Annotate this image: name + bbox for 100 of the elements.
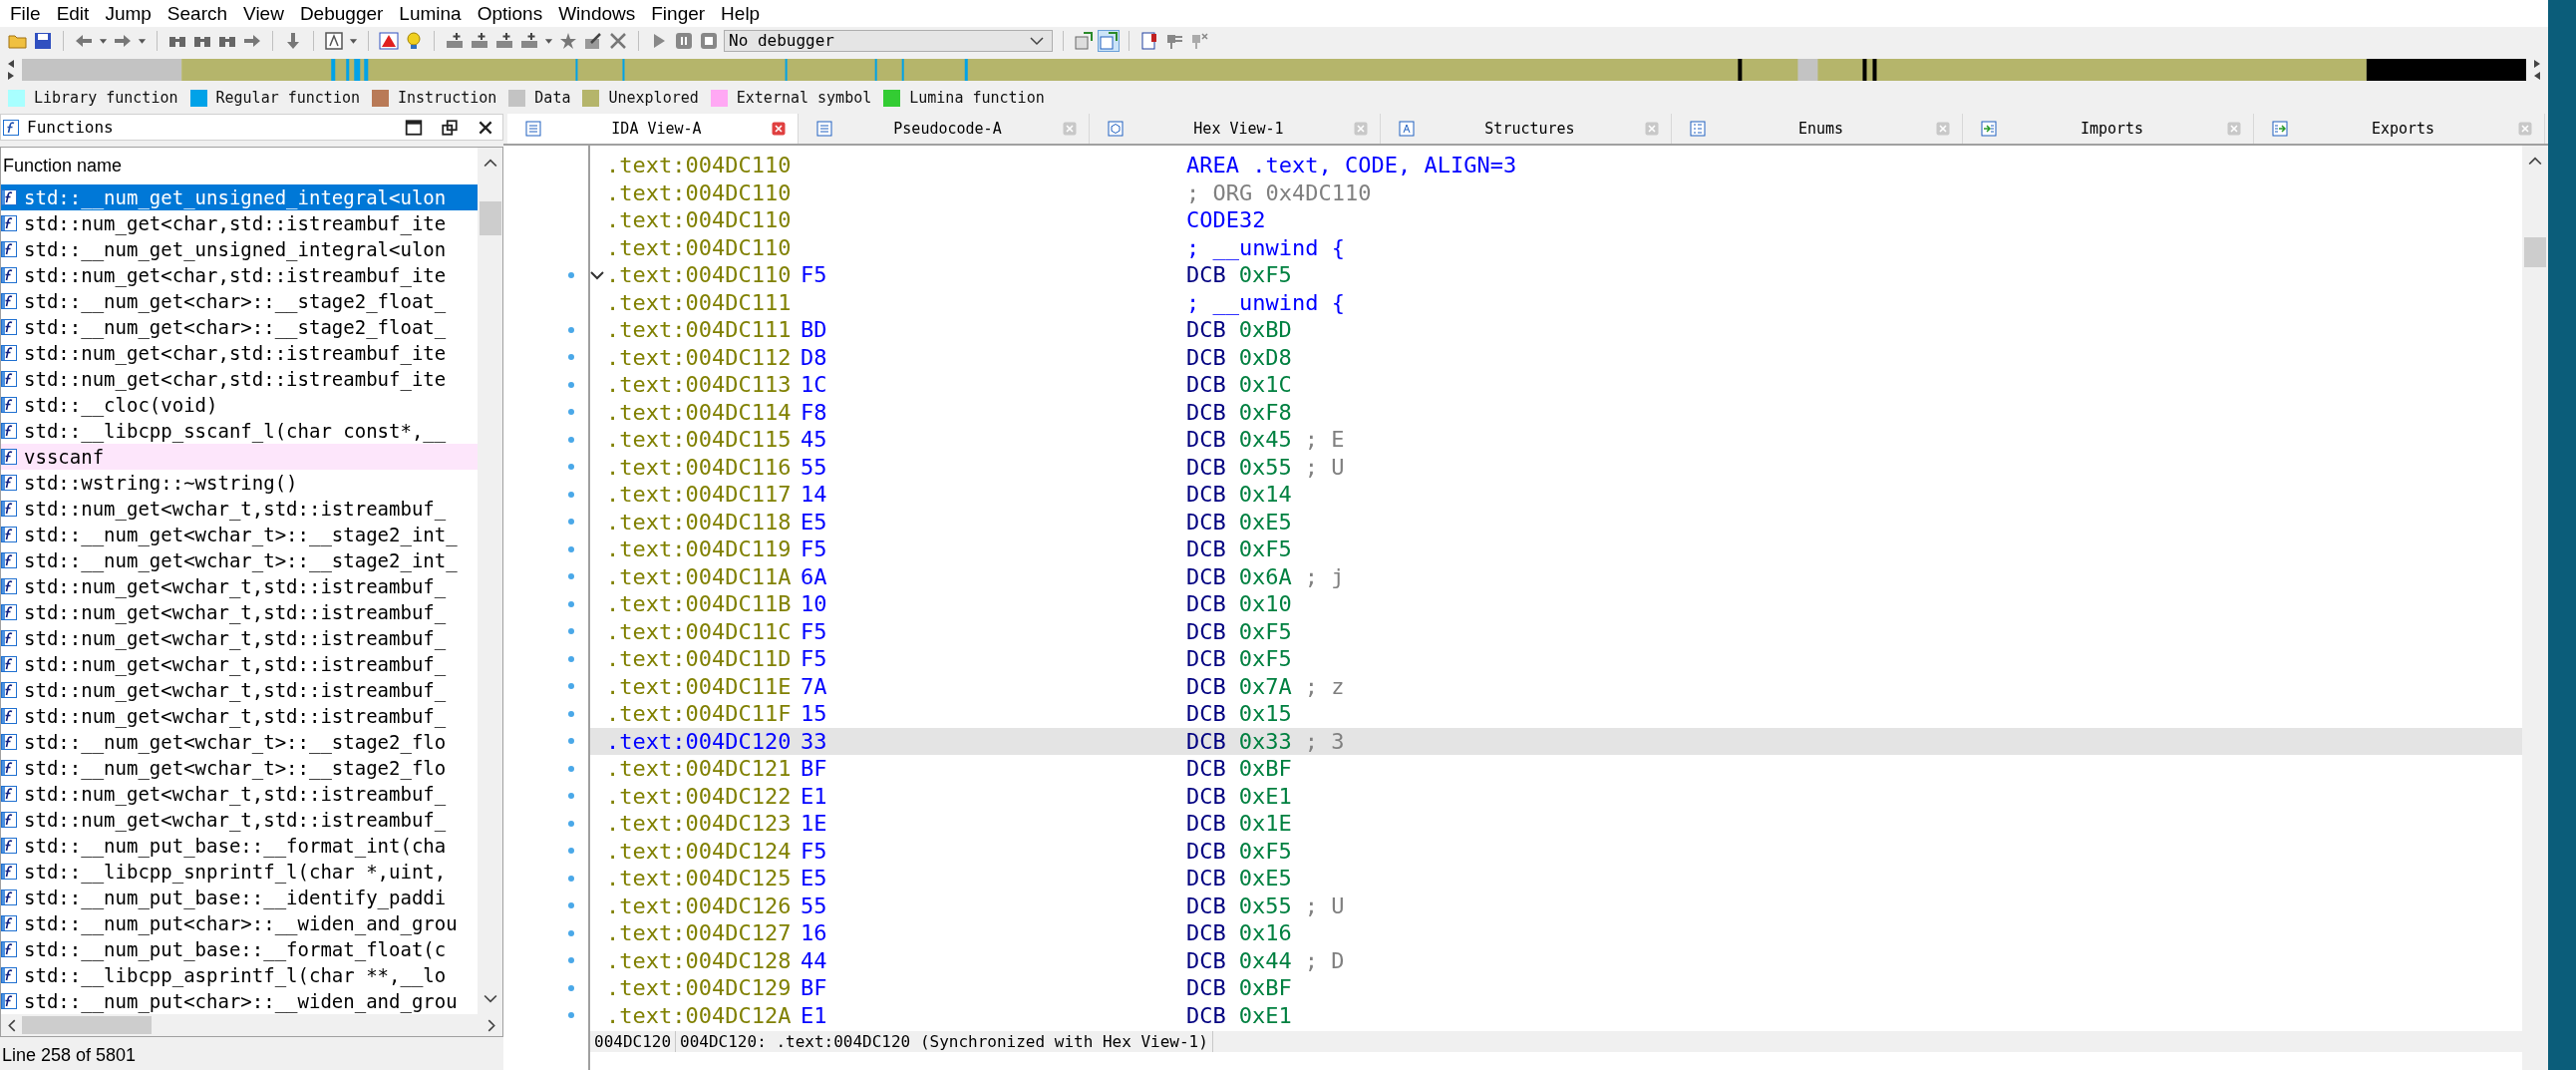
scroll-thumb[interactable] — [479, 201, 501, 236]
scroll-left-icon[interactable] — [7, 1018, 16, 1032]
restore-icon[interactable] — [441, 118, 459, 137]
scroll-arrows-icon[interactable] — [6, 58, 16, 82]
breakpoint-dot[interactable] — [568, 354, 574, 361]
menu-item[interactable]: Debugger — [291, 2, 392, 25]
function-row[interactable]: std::__num_get<wchar_t>::__stage2_flo — [1, 729, 478, 756]
breakpoint-dot[interactable] — [568, 271, 574, 278]
breakpoint-dot[interactable] — [568, 765, 574, 772]
framed-square-icon[interactable] — [324, 30, 344, 51]
collapse-chevron-icon[interactable] — [590, 269, 604, 280]
menu-item[interactable]: Help — [713, 2, 769, 25]
function-row[interactable]: std::num_get<wchar_t,std::istreambuf_ — [1, 599, 478, 626]
function-row[interactable]: std::__libcpp_snprintf_l(char *,uint, — [1, 859, 478, 886]
breakpoint-dot[interactable] — [568, 464, 574, 471]
plus-icon[interactable] — [494, 30, 514, 51]
pause-icon[interactable] — [674, 30, 694, 51]
breakpoint-dot[interactable] — [568, 875, 574, 882]
breakpoint-dot[interactable] — [568, 683, 574, 690]
menu-item[interactable]: File — [2, 2, 49, 25]
function-row[interactable]: std::num_get<wchar_t,std::istreambuf_ — [1, 703, 478, 730]
function-row[interactable]: std::__libcpp_asprintf_l(char **,__lo — [1, 962, 478, 989]
function-row[interactable]: std::__num_put_base::__format_float(c — [1, 936, 478, 963]
breakpoint-dot[interactable] — [568, 902, 574, 909]
function-row[interactable]: std::num_get<wchar_t,std::istreambuf_ — [1, 807, 478, 834]
scroll-arrows-icon[interactable] — [2532, 58, 2542, 82]
navigation-band-drawing[interactable] — [22, 59, 2526, 81]
function-row[interactable]: std::num_get<wchar_t,std::istreambuf_ — [1, 677, 478, 704]
function-row[interactable]: std::num_get<char,std::istreambuf_ite — [1, 340, 478, 367]
save-icon[interactable] — [33, 30, 53, 51]
plus-icon[interactable] — [519, 30, 539, 51]
breakpoint-dot[interactable] — [568, 655, 574, 662]
breakpoint-dot[interactable] — [568, 491, 574, 498]
pencil-icon[interactable] — [583, 30, 603, 51]
function-row[interactable]: std::__num_get<wchar_t>::__stage2_flo — [1, 755, 478, 782]
tab[interactable]: IDA View-A — [507, 114, 799, 144]
scroll-up-icon[interactable] — [2528, 156, 2542, 166]
menu-item[interactable]: Edit — [48, 2, 98, 25]
scroll-down-icon[interactable] — [483, 994, 497, 1005]
function-row[interactable]: std::num_get<char,std::istreambuf_ite — [1, 210, 478, 237]
function-row[interactable]: std::__num_get_unsigned_integral<ulon — [1, 184, 478, 211]
function-row[interactable]: std::num_get<char,std::istreambuf_ite — [1, 262, 478, 289]
maximize-icon[interactable] — [405, 118, 423, 137]
vertical-scrollbar[interactable] — [478, 148, 502, 1015]
function-row[interactable]: std::num_get<wchar_t,std::istreambuf_ — [1, 651, 478, 678]
document-icon[interactable] — [1139, 30, 1159, 51]
breakpoint-dot[interactable] — [568, 628, 574, 635]
menu-item[interactable]: Jump — [97, 2, 160, 25]
breakpoint-dot[interactable] — [568, 409, 574, 416]
horizontal-scrollbar[interactable] — [1, 1014, 502, 1037]
chevron-down-icon[interactable] — [1030, 35, 1044, 46]
scroll-right-icon[interactable] — [487, 1018, 496, 1032]
function-row[interactable]: std::num_get<wchar_t,std::istreambuf_ — [1, 573, 478, 600]
function-row[interactable]: std::__num_get<char>::__stage2_float_ — [1, 314, 478, 341]
breakpoint-dot[interactable] — [568, 929, 574, 936]
breakpoint-dot[interactable] — [568, 519, 574, 526]
function-row[interactable]: std::__num_get<wchar_t>::__stage2_int_ — [1, 547, 478, 574]
function-row[interactable]: std::__num_get<char>::__stage2_float_ — [1, 288, 478, 315]
lightbulb-icon[interactable] — [404, 30, 424, 51]
scroll-thumb[interactable] — [2524, 237, 2546, 267]
stop-icon[interactable] — [699, 30, 719, 51]
breakpoint-dot[interactable] — [568, 793, 574, 800]
function-row[interactable]: std::__num_put_base::__identify_paddi — [1, 885, 478, 911]
function-row[interactable]: std::__num_put<char>::__widen_and_grou — [1, 910, 478, 937]
breakpoint-dot[interactable] — [568, 848, 574, 855]
breakpoint-dot[interactable] — [568, 957, 574, 964]
function-row[interactable]: vsscanf — [1, 444, 478, 471]
menu-item[interactable]: Search — [159, 2, 236, 25]
breakpoint-dot[interactable] — [568, 738, 574, 745]
breakpoint-dot[interactable] — [568, 545, 574, 552]
scroll-up-icon[interactable] — [483, 158, 497, 169]
vertical-scrollbar[interactable] — [2522, 146, 2548, 1070]
function-row[interactable]: std::num_get<wchar_t,std::istreambuf_ — [1, 781, 478, 808]
breakpoint-dot[interactable] — [568, 984, 574, 991]
function-row[interactable]: std::num_get<wchar_t,std::istreambuf_ — [1, 625, 478, 652]
function-row[interactable]: std::wstring::~wstring() — [1, 470, 478, 497]
plus-icon[interactable] — [470, 30, 489, 51]
menu-item[interactable]: Options — [469, 2, 551, 25]
breakpoint-dot[interactable] — [568, 600, 574, 607]
function-row[interactable]: std::__cloc(void) — [1, 392, 478, 419]
function-row[interactable]: std::__num_put_base::__format_int(cha — [1, 833, 478, 860]
function-row[interactable]: std::num_get<wchar_t,std::istreambuf_ — [1, 496, 478, 523]
function-row[interactable]: std::__num_get<wchar_t>::__stage2_int_ — [1, 522, 478, 548]
breakpoint-dot[interactable] — [568, 381, 574, 388]
menu-item[interactable]: Lumina — [391, 2, 470, 25]
function-row[interactable]: std::__libcpp_sscanf_l(char const*,__ — [1, 418, 478, 445]
function-row[interactable]: std::__num_put<char>::__widen_and_grou — [1, 988, 478, 1015]
warning-icon[interactable] — [379, 30, 399, 51]
function-row[interactable]: std::num_get<char,std::istreambuf_ite — [1, 366, 478, 393]
debugger-dropdown[interactable]: No debugger — [724, 29, 1053, 52]
breakpoint-dot[interactable] — [568, 326, 574, 333]
menu-item[interactable]: View — [235, 2, 292, 25]
breakpoint-dot[interactable] — [568, 1012, 574, 1019]
breakpoint-dot[interactable] — [568, 710, 574, 717]
breakpoint-dot[interactable] — [568, 436, 574, 443]
menu-item[interactable]: Windows — [550, 2, 644, 25]
function-row[interactable]: std::__num_get_unsigned_integral<ulon — [1, 236, 478, 263]
breakpoint-dot[interactable] — [568, 820, 574, 827]
plus-icon[interactable] — [445, 30, 465, 51]
breakpoint-dot[interactable] — [568, 573, 574, 580]
